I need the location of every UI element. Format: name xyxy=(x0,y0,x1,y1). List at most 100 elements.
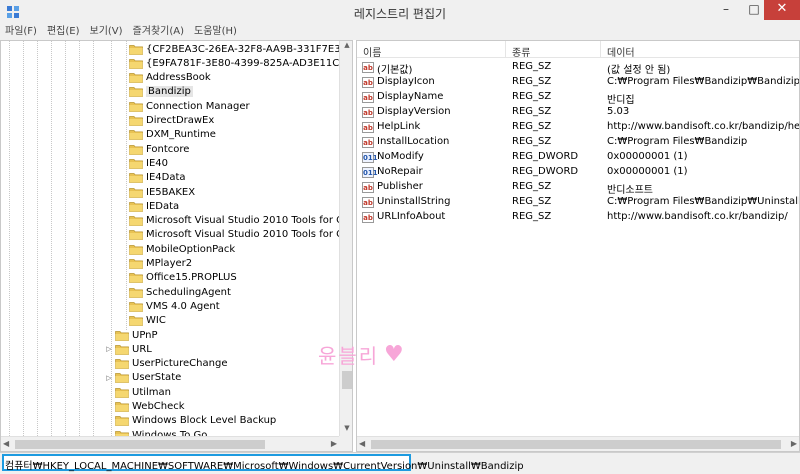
value-name: DisplayVersion xyxy=(377,106,451,117)
folder-icon xyxy=(115,402,129,412)
tree-item[interactable]: SchedulingAgent xyxy=(119,285,231,299)
tree-item[interactable]: UserPictureChange xyxy=(105,357,227,371)
tree-item[interactable]: Microsoft Visual Studio 2010 Tools for O… xyxy=(119,214,352,228)
value-type: REG_SZ xyxy=(512,211,552,222)
scroll-corner xyxy=(339,436,352,451)
value-row[interactable]: 011 NoModify REG_DWORD 0x00000001 (1) xyxy=(357,150,799,165)
tree-item[interactable]: WIC xyxy=(119,314,166,328)
scroll-right-arrow-icon[interactable]: ▶ xyxy=(331,439,337,448)
tree-item-label: Windows Block Level Backup xyxy=(132,415,277,427)
value-type: REG_DWORD xyxy=(512,166,579,177)
menu-view[interactable]: 보기(V) xyxy=(85,24,128,40)
minimize-button[interactable]: – xyxy=(712,0,740,20)
scroll-left-arrow-icon[interactable]: ◀ xyxy=(359,439,365,448)
tree-item[interactable]: ▷ UserState xyxy=(105,371,181,385)
column-header-data[interactable]: 데이터 xyxy=(607,44,635,59)
menu-edit[interactable]: 편집(E) xyxy=(42,24,85,40)
column-header-name[interactable]: 이름 xyxy=(363,44,381,59)
tree-item-label: DXM_Runtime xyxy=(146,129,216,141)
tree-item[interactable]: ▷ URL xyxy=(105,342,152,356)
folder-icon xyxy=(115,344,129,355)
tree-item-label: Connection Manager xyxy=(146,100,250,112)
value-name: Publisher xyxy=(377,181,423,192)
string-value-icon: ab xyxy=(362,92,374,103)
scroll-thumb[interactable] xyxy=(15,440,265,449)
tree-item-label: IE5BAKEX xyxy=(146,186,196,198)
column-divider[interactable] xyxy=(505,41,506,58)
tree-item[interactable]: MobileOptionPack xyxy=(119,242,235,256)
tree-item[interactable]: MPlayer2 xyxy=(119,257,192,271)
tree-item[interactable]: WebCheck xyxy=(105,400,185,414)
window-title: 레지스트리 편집기 xyxy=(353,7,447,21)
value-name: (기본값) xyxy=(377,65,413,76)
tree-item[interactable]: IE5BAKEX xyxy=(119,185,195,199)
value-row[interactable]: ab InstallLocation REG_SZ C:₩Program Files₩… xyxy=(357,135,799,150)
value-data: http://www.bandisoft.co.kr/bandizip/ xyxy=(607,211,788,222)
scroll-left-arrow-icon[interactable]: ◀ xyxy=(3,439,9,448)
tree-item[interactable]: IE40 xyxy=(119,156,168,170)
tree-item-label: IEData xyxy=(146,200,180,212)
close-button[interactable]: ✕ xyxy=(764,0,800,20)
expand-arrow-icon[interactable]: ▷ xyxy=(105,374,113,382)
values-horizontal-scrollbar[interactable]: ◀ ▶ xyxy=(357,436,799,451)
tree-item-label: DirectDrawEx xyxy=(146,115,215,126)
tree-item[interactable]: Connection Manager xyxy=(119,99,250,113)
value-name: UninstallString xyxy=(377,196,451,207)
tree-item[interactable]: Microsoft Visual Studio 2010 Tools for O… xyxy=(119,228,352,242)
value-type: REG_SZ xyxy=(512,121,552,132)
tree-item[interactable]: Office15.PROPLUS xyxy=(119,271,237,285)
tree-vertical-scrollbar[interactable]: ▲ ▼ xyxy=(339,41,352,436)
tree-item-label: Utilman xyxy=(132,386,172,398)
value-row[interactable]: ab HelpLink REG_SZ http://www.bandisoft.co.… xyxy=(357,120,799,135)
value-row[interactable]: ab Publisher REG_SZ 반디소프트 xyxy=(357,180,799,196)
string-value-icon: ab xyxy=(362,137,374,148)
value-row[interactable]: ab (기본값) REG_SZ (값 설정 안 됨) xyxy=(357,60,799,76)
tree-item[interactable]: VMS 4.0 Agent xyxy=(119,299,220,313)
value-data: C:₩Program Files₩Bandizip xyxy=(607,136,748,147)
string-value-icon: ab xyxy=(362,77,374,88)
tree-item-label: {E9FA781F-3E80-4399-825A-AD3E11C28C77} xyxy=(146,57,352,69)
scroll-up-arrow-icon[interactable]: ▲ xyxy=(340,41,352,53)
value-row[interactable]: ab DisplayVersion REG_SZ 5.03 xyxy=(357,105,799,120)
scroll-right-arrow-icon[interactable]: ▶ xyxy=(791,439,797,448)
tree-item[interactable]: Fontcore xyxy=(119,142,189,156)
folder-icon xyxy=(129,316,143,327)
tree-item[interactable]: DirectDrawEx xyxy=(119,114,214,128)
scroll-thumb[interactable] xyxy=(371,440,781,449)
tree-item[interactable]: IEData xyxy=(119,199,179,213)
tree-item[interactable]: AddressBook xyxy=(119,71,211,85)
value-type: REG_SZ xyxy=(512,196,552,207)
key-tree-pane[interactable]: {CF2BEA3C-26EA-32F8-AA9B-331F7E34BA97} {E… xyxy=(0,40,353,452)
column-divider[interactable] xyxy=(600,41,601,58)
value-type: REG_SZ xyxy=(512,91,552,102)
tree-horizontal-scrollbar[interactable]: ◀ ▶ xyxy=(1,436,339,451)
tree-item[interactable]: Utilman xyxy=(105,385,171,399)
tree-item[interactable]: {E9FA781F-3E80-4399-825A-AD3E11C28C77} xyxy=(119,56,352,70)
menu-help[interactable]: 도움말(H) xyxy=(189,24,242,40)
value-row[interactable]: ab DisplayName REG_SZ 반디집 xyxy=(357,90,799,106)
values-pane[interactable]: 이름 종류 데이터 ab (기본값) REG_SZ (값 설정 안 됨) ab Displ… xyxy=(356,40,800,452)
tree-item[interactable]: IE4Data xyxy=(119,171,186,185)
menu-favorites[interactable]: 즐겨찾기(A) xyxy=(128,24,189,40)
tree-item[interactable]: Windows Block Level Backup xyxy=(105,414,276,428)
list-header: 이름 종류 데이터 xyxy=(357,41,799,59)
folder-icon xyxy=(129,116,143,126)
tree-item-label: VMS 4.0 Agent xyxy=(146,300,220,312)
expand-arrow-icon[interactable]: ▷ xyxy=(105,345,113,353)
tree-item-label: SchedulingAgent xyxy=(146,286,231,298)
value-row[interactable]: ab DisplayIcon REG_SZ C:₩Program Files₩Band… xyxy=(357,75,799,90)
tree-item[interactable]: {CF2BEA3C-26EA-32F8-AA9B-331F7E34BA97} xyxy=(119,42,352,56)
menu-file[interactable]: 파일(F) xyxy=(0,24,42,40)
value-row[interactable]: ab URLInfoAbout REG_SZ http://www.bandisoft… xyxy=(357,210,799,225)
watermark: 윤블리 ♥ xyxy=(316,338,416,372)
tree-item[interactable]: DXM_Runtime xyxy=(119,128,216,142)
value-row[interactable]: 011 NoRepair REG_DWORD 0x00000001 (1) xyxy=(357,165,799,180)
value-row[interactable]: ab UninstallString REG_SZ C:₩Program Files₩… xyxy=(357,195,799,210)
tree-item[interactable]: Bandizip xyxy=(119,85,193,99)
tree-item[interactable]: UPnP xyxy=(105,328,158,342)
string-value-icon: ab xyxy=(362,107,374,118)
column-header-type[interactable]: 종류 xyxy=(512,44,530,59)
scroll-thumb[interactable] xyxy=(342,371,352,389)
folder-icon xyxy=(129,287,143,298)
scroll-down-arrow-icon[interactable]: ▼ xyxy=(340,424,352,436)
